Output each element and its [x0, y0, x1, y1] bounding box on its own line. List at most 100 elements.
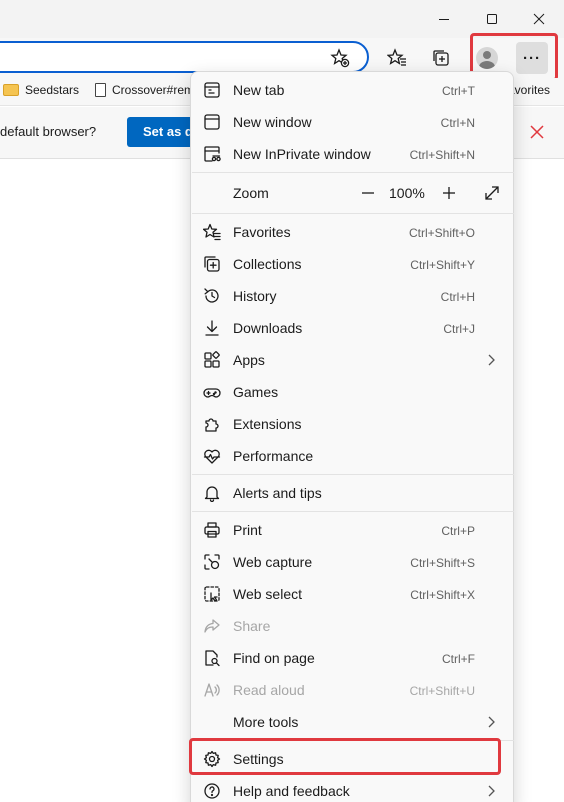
menu-item-label: Share — [233, 618, 271, 634]
menu-item-alerts-and-tips[interactable]: Alerts and tips — [192, 477, 514, 509]
menu-item-shortcut: Ctrl+Shift+X — [410, 588, 475, 602]
menu-item-label: Help and feedback — [233, 783, 350, 799]
menu-item-shortcut: Ctrl+T — [442, 84, 475, 98]
menu-item-label: Extensions — [233, 416, 302, 432]
print-icon — [204, 522, 220, 538]
other-favorites[interactable]: avorites — [508, 83, 550, 97]
games-icon — [203, 388, 221, 398]
menu-item-web-select[interactable]: Web select Ctrl+Shift+X — [192, 578, 514, 610]
menu-item-shortcut: Ctrl+Shift+Y — [410, 258, 475, 272]
menu-item-find-on-page[interactable]: Find on page Ctrl+F — [192, 642, 514, 674]
favorites-button[interactable] — [381, 42, 413, 74]
zoom-in-button[interactable] — [438, 182, 460, 204]
minimize-icon — [439, 19, 449, 20]
menu-item-read-aloud: Read aloud Ctrl+Shift+U — [192, 674, 514, 706]
address-bar[interactable] — [0, 41, 369, 73]
inprivate-icon — [204, 146, 221, 162]
menu-item-label: Games — [233, 384, 279, 400]
favorite-item[interactable]: Seedstars — [3, 83, 79, 97]
menu-item-print[interactable]: Print Ctrl+P — [192, 514, 514, 546]
menu-item-label: Performance — [233, 448, 314, 464]
menu-item-zoom: Zoom 100% — [192, 177, 514, 209]
menu-item-new-tab[interactable]: New tab Ctrl+T — [192, 74, 514, 106]
menu-item-more-tools[interactable]: More tools — [192, 706, 514, 738]
infobar-close-icon[interactable] — [527, 122, 547, 142]
collections-icon — [433, 50, 449, 66]
menu-item-history[interactable]: History Ctrl+H — [192, 280, 514, 312]
read-aloud-icon — [204, 683, 220, 697]
menu-item-performance[interactable]: Performance — [192, 440, 514, 472]
close-icon — [533, 13, 545, 25]
menu-item-web-capture[interactable]: Web capture Ctrl+Shift+S — [192, 546, 514, 578]
menu-item-shortcut: Ctrl+F — [442, 652, 475, 666]
menu-item-shortcut: Ctrl+P — [441, 524, 475, 538]
menu-item-share: Share — [192, 610, 514, 642]
favorite-label: avorites — [508, 83, 551, 97]
menu-item-label: History — [233, 288, 277, 304]
highlight-box-settings — [189, 738, 501, 775]
menu-item-label: Print — [233, 522, 262, 538]
menu-item-label: More tools — [233, 714, 299, 730]
menu-item-shortcut: Ctrl+J — [443, 322, 475, 336]
apps-icon — [204, 351, 220, 368]
new-tab-icon — [204, 82, 220, 98]
zoom-out-button[interactable] — [357, 182, 379, 204]
new-window-icon — [204, 114, 220, 130]
star-add-icon — [330, 48, 350, 68]
menu-item-label: Web capture — [233, 554, 313, 570]
infobar-message: default browser? — [0, 124, 97, 139]
performance-icon — [203, 449, 221, 464]
menu-item-label: Collections — [233, 256, 302, 272]
history-icon — [204, 288, 219, 303]
menu-item-label: New window — [233, 114, 312, 130]
menu-separator — [192, 474, 514, 475]
menu-item-label: Alerts and tips — [233, 485, 322, 501]
chevron-right-icon — [488, 354, 495, 366]
chevron-right-icon — [488, 716, 495, 728]
menu-item-extensions[interactable]: Extensions — [192, 408, 514, 440]
share-icon — [204, 619, 220, 633]
menu-item-games[interactable]: Games — [192, 376, 514, 408]
menu-item-label: New InPrivate window — [233, 146, 371, 162]
menu-item-shortcut: Ctrl+H — [440, 290, 475, 304]
maximize-button[interactable] — [474, 4, 510, 34]
web-capture-icon — [204, 554, 220, 570]
minus-icon — [362, 192, 374, 194]
menu-item-help-and-feedback[interactable]: Help and feedback — [192, 775, 514, 802]
chevron-right-icon — [488, 785, 495, 797]
menu-separator — [192, 511, 514, 512]
favorite-label: Seedstars — [25, 83, 80, 97]
menu-item-label: New tab — [233, 82, 285, 98]
menu-item-favorites[interactable]: Favorites Ctrl+Shift+O — [192, 216, 514, 248]
menu-item-label: Find on page — [233, 650, 315, 666]
bell-icon — [204, 486, 220, 503]
menu-item-collections[interactable]: Collections Ctrl+Shift+Y — [192, 248, 514, 280]
menu-item-new-window[interactable]: New window Ctrl+N — [192, 106, 514, 138]
menu-item-new-inprivate-window[interactable]: New InPrivate window Ctrl+Shift+N — [192, 138, 514, 170]
favorite-label: Crossover#rem — [112, 83, 195, 97]
menu-item-apps[interactable]: Apps — [192, 344, 514, 376]
zoom-label: Zoom — [233, 185, 269, 201]
fullscreen-button[interactable] — [483, 184, 501, 202]
menu-item-shortcut: Ctrl+Shift+O — [408, 226, 475, 240]
web-select-icon — [204, 586, 220, 602]
menu-item-downloads[interactable]: Downloads Ctrl+J — [192, 312, 514, 344]
zoom-value: 100% — [389, 185, 425, 201]
menu-separator — [192, 213, 514, 214]
settings-and-more-menu: New tab Ctrl+T New window Ctrl+N New InP… — [190, 71, 514, 802]
minimize-button[interactable] — [426, 4, 462, 34]
close-window-button[interactable] — [521, 4, 557, 34]
menu-item-label: Read aloud — [233, 682, 305, 698]
menu-item-label: Apps — [233, 352, 265, 368]
collections-icon — [204, 256, 220, 272]
favorite-item[interactable]: Crossover#rem — [95, 83, 194, 97]
menu-separator — [192, 172, 514, 173]
help-icon — [204, 783, 220, 799]
collections-button[interactable] — [425, 42, 457, 74]
extensions-icon — [205, 418, 219, 432]
download-icon — [205, 320, 219, 336]
menu-item-label: Favorites — [233, 224, 291, 240]
menu-item-label: Web select — [233, 586, 302, 602]
add-favorite-button[interactable] — [324, 42, 356, 74]
favorites-icon — [387, 48, 406, 66]
